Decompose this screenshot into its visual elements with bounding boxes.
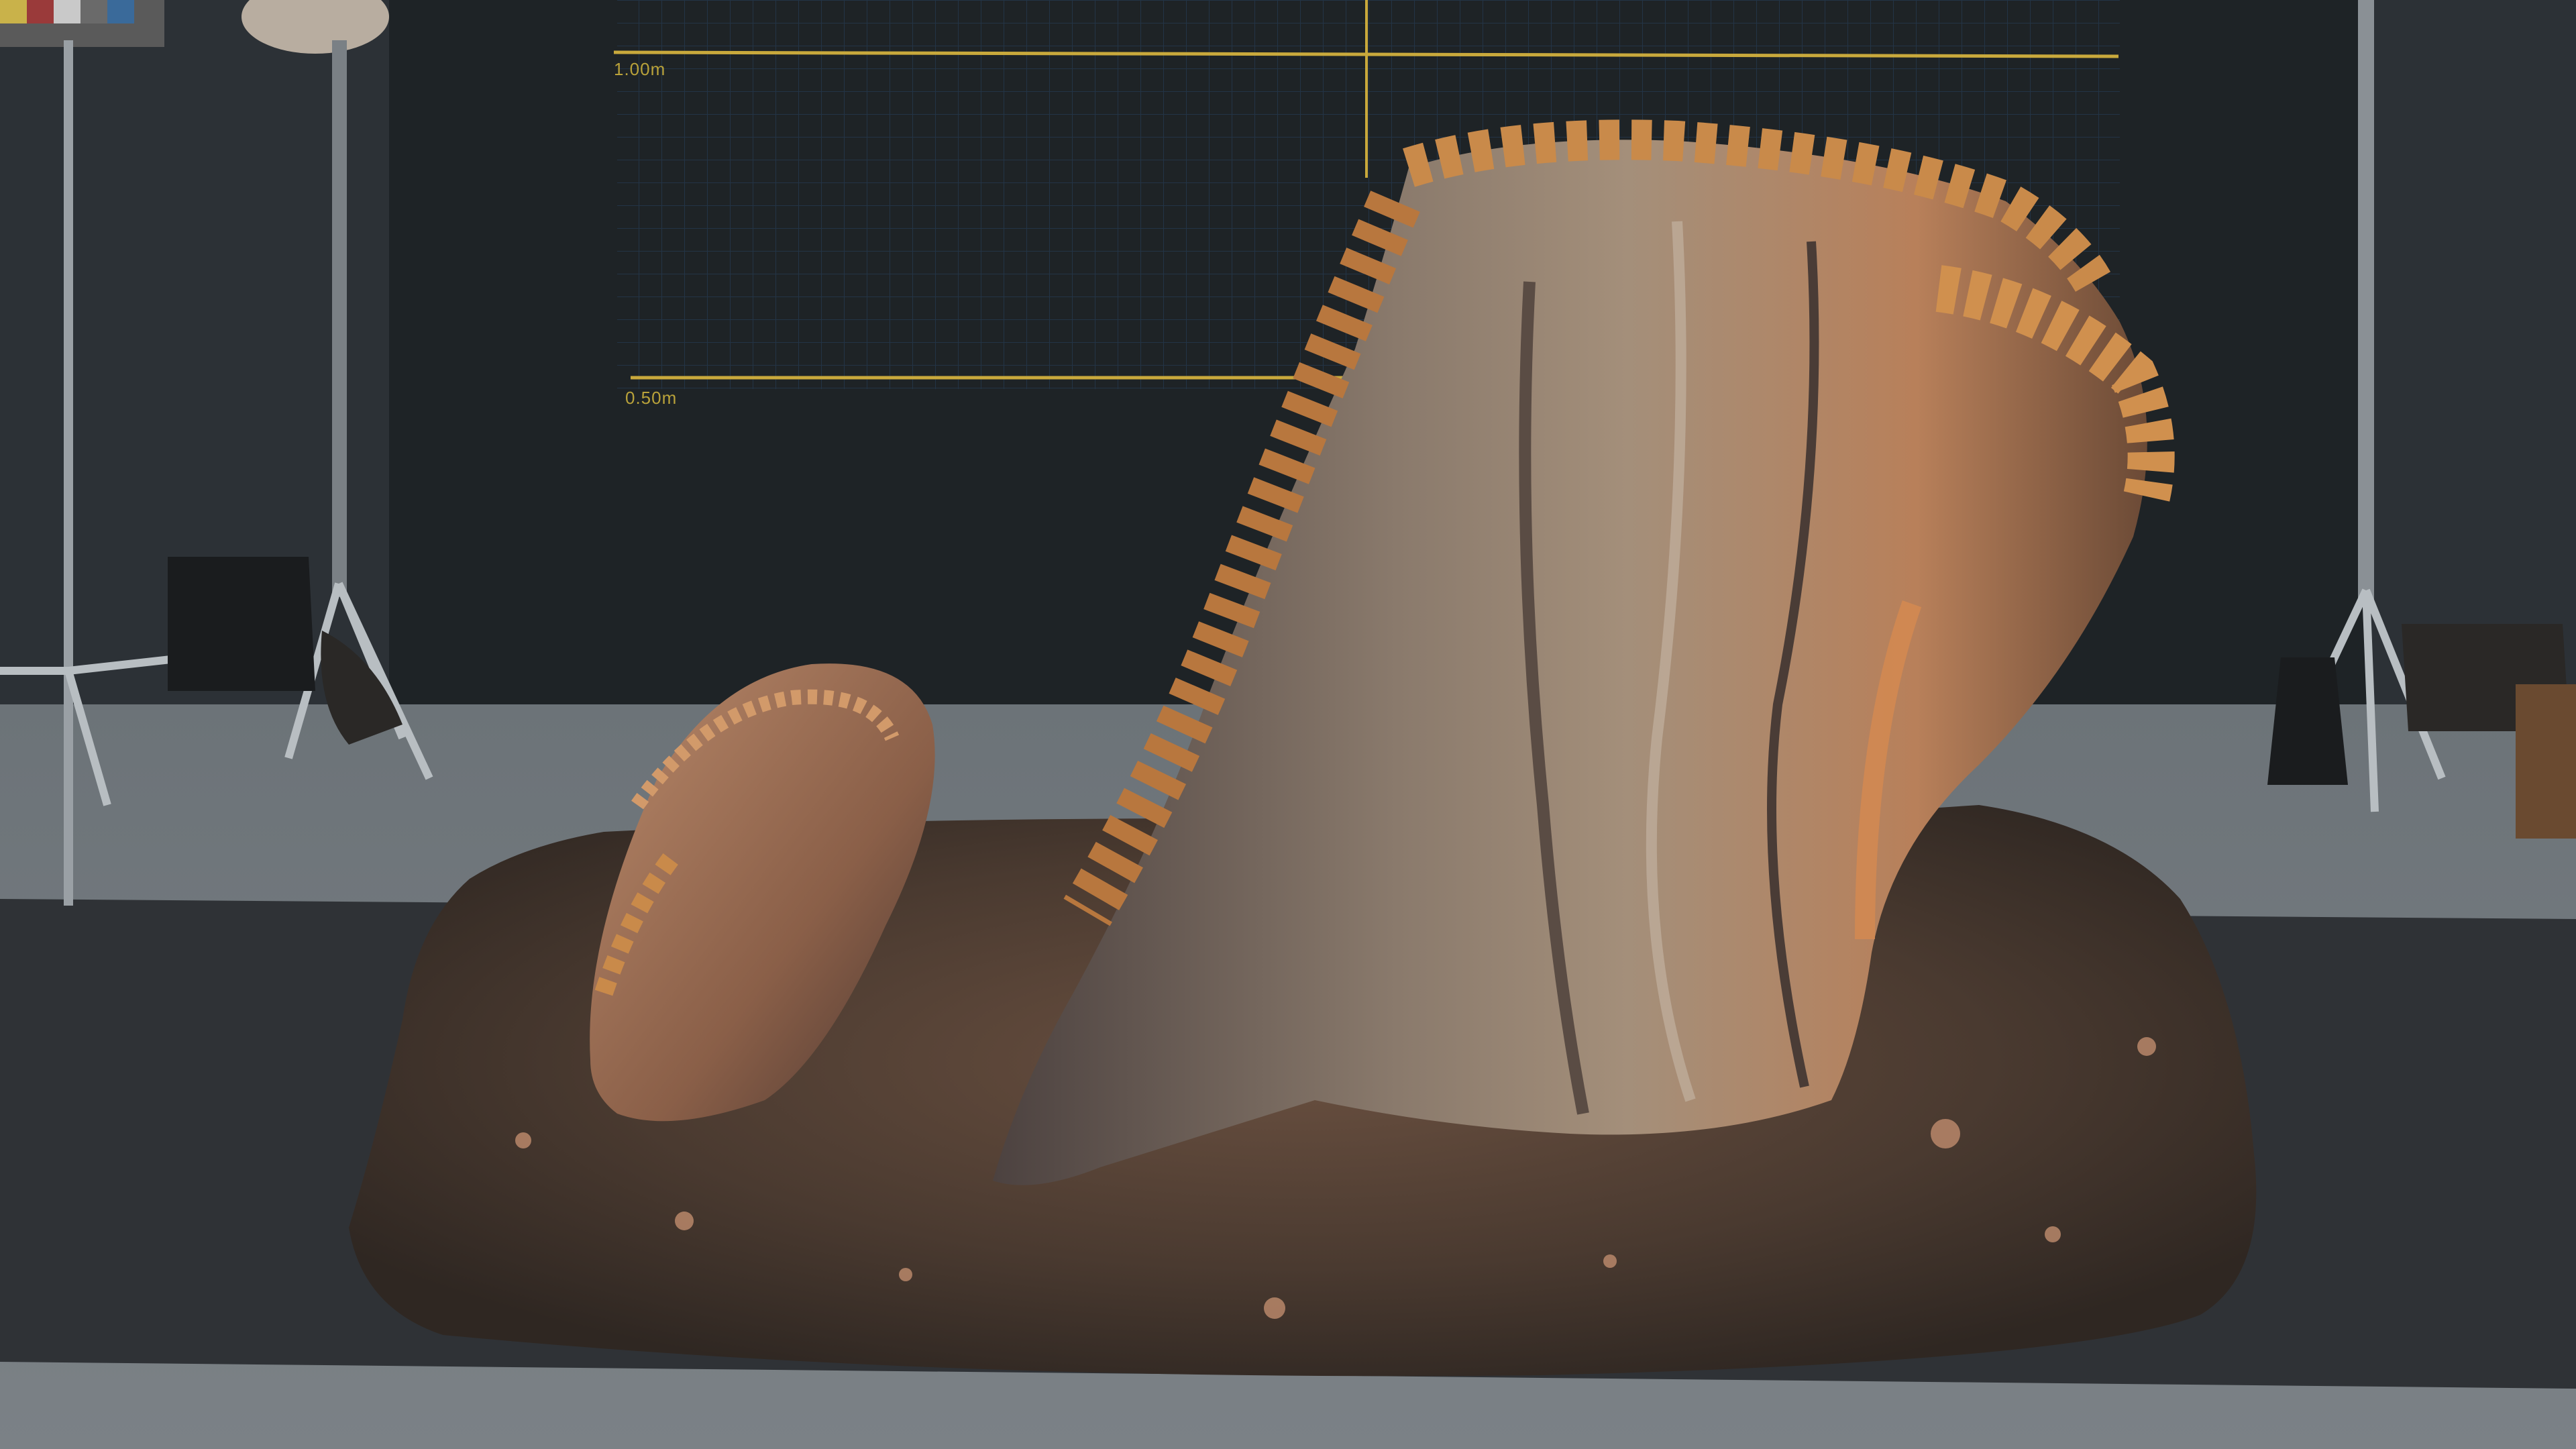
scale-label-050m: 0.50m: [625, 388, 678, 408]
scale-label-1m: 1.00m: [614, 59, 666, 79]
scene-illustration: [0, 0, 2576, 1449]
rendered-scene: 1.00m 0.50m: [0, 0, 2576, 1449]
